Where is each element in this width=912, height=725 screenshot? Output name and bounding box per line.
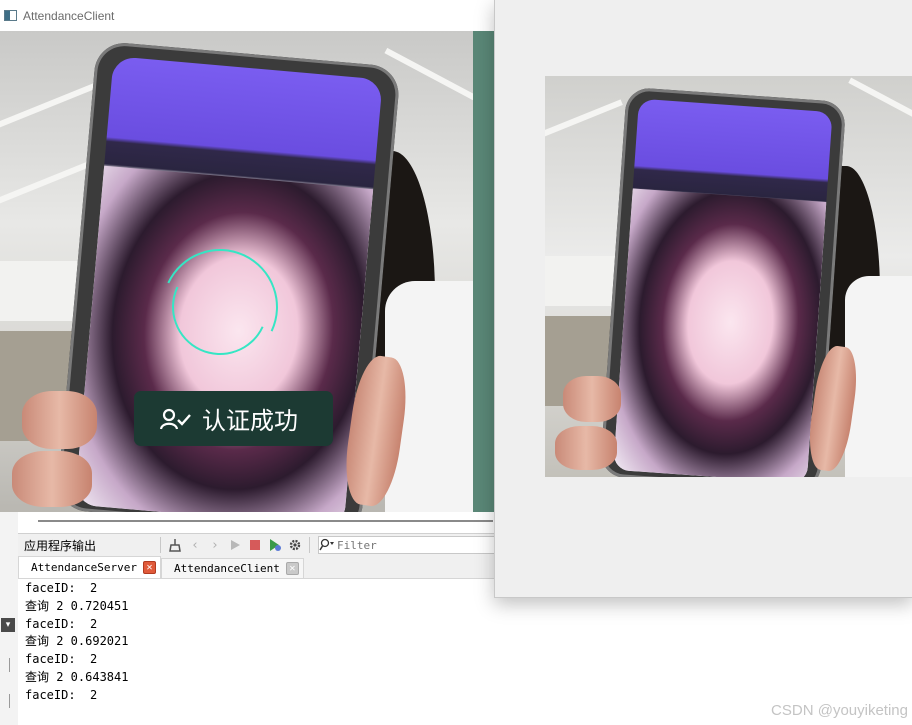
next-icon[interactable]: › <box>205 536 225 554</box>
user-check-icon <box>160 408 191 429</box>
previous-icon[interactable]: ‹ <box>185 536 205 554</box>
editor-splitter[interactable] <box>38 520 493 522</box>
tab-label: AttendanceClient <box>173 562 280 575</box>
finger <box>12 451 92 507</box>
finger <box>563 376 621 422</box>
output-tabs: AttendanceServer ✕ AttendanceClient ✕ <box>18 556 495 579</box>
toolbar-separator <box>160 537 161 553</box>
search-icon <box>319 538 334 551</box>
output-log: faceID: 2 查询 2 0.720451 faceID: 2 查询 2 0… <box>25 580 128 705</box>
close-icon[interactable]: ✕ <box>285 562 299 575</box>
ceiling-stripe <box>848 77 912 121</box>
filter-box[interactable] <box>318 536 495 554</box>
application-output-panel: ▾ 应用程序输出 ‹ › AttendanceServer <box>0 512 495 725</box>
finger <box>22 391 97 449</box>
log-line: 查询 2 0.643841 <box>25 669 129 684</box>
wall-panel <box>545 256 615 306</box>
auth-success-toast: 认证成功 <box>134 391 333 446</box>
log-line: 查询 2 0.692021 <box>25 634 129 649</box>
watermark: CSDN @youyiketing <box>771 702 908 719</box>
log-line: faceID: 2 <box>25 687 98 702</box>
toolbar-separator <box>309 537 310 553</box>
gutter-marker <box>9 694 10 708</box>
log-line: faceID: 2 <box>25 616 98 631</box>
panel-gutter: ▾ <box>0 512 18 725</box>
finger <box>555 426 617 470</box>
log-line: faceID: 2 <box>25 581 98 595</box>
clear-output-icon[interactable] <box>165 536 185 554</box>
output-toolbar: 应用程序输出 ‹ › <box>18 533 495 557</box>
client-window: AttendanceClient 认证成功 <box>0 0 495 512</box>
camera-edge-strip <box>473 31 495 512</box>
client-titlebar[interactable]: AttendanceClient <box>0 0 495 31</box>
tab-attendance-client[interactable]: AttendanceClient ✕ <box>160 558 304 578</box>
app-window-icon <box>4 10 17 21</box>
filter-input[interactable] <box>335 538 479 552</box>
log-line: faceID: 2 <box>25 652 98 667</box>
window-title: AttendanceClient <box>23 8 115 23</box>
log-line: 查询 2 0.720451 <box>25 598 129 613</box>
close-icon[interactable]: ✕ <box>142 561 156 574</box>
face-photo <box>613 188 827 477</box>
server-window <box>494 0 912 598</box>
tab-attendance-server[interactable]: AttendanceServer ✕ <box>18 556 161 578</box>
gear-icon[interactable] <box>285 536 305 554</box>
attach-debugger-icon[interactable] <box>265 536 285 554</box>
server-received-frame <box>545 76 912 477</box>
run-icon[interactable] <box>225 536 245 554</box>
collapse-icon[interactable]: ▾ <box>1 618 15 632</box>
ceiling-stripe <box>545 99 623 139</box>
stop-icon[interactable] <box>245 536 265 554</box>
phone-screen <box>613 98 833 477</box>
auth-success-label: 认证成功 <box>202 407 298 435</box>
gutter-marker <box>9 658 10 672</box>
panel-title: 应用程序输出 <box>24 538 97 553</box>
phone <box>599 86 847 477</box>
tab-label: AttendanceServer <box>31 561 137 574</box>
